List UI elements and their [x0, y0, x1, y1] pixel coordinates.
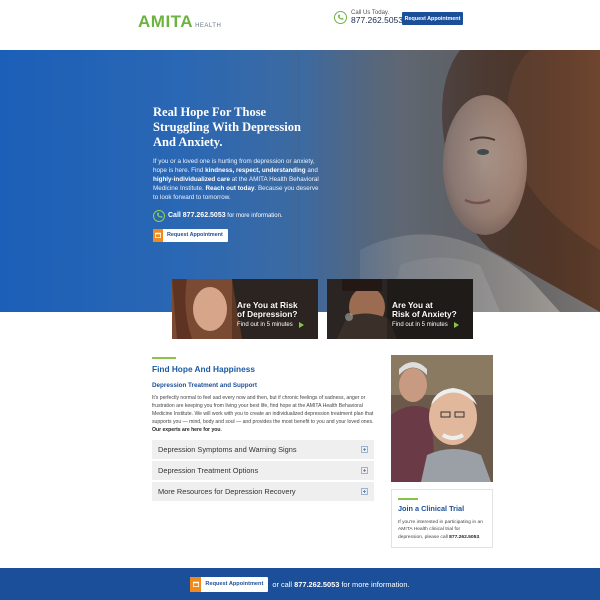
main-content: Find Hope And Happiness Depression Treat…	[152, 357, 374, 502]
play-arrow-icon	[453, 322, 459, 329]
site-header: AMITA HEALTH Call Us Today. 877.262.5053…	[0, 0, 600, 50]
header-request-appointment-button[interactable]: Request Appointment	[402, 12, 463, 25]
logo-wordmark: AMITA	[138, 12, 194, 31]
calendar-icon	[190, 576, 202, 592]
hero-title: Real Hope For Those Struggling With Depr…	[153, 105, 301, 149]
calendar-icon	[153, 228, 163, 242]
clinical-trial-title[interactable]: Join a Clinical Trial	[398, 504, 486, 513]
section-divider	[152, 357, 176, 359]
phone-icon	[334, 11, 347, 25]
anxiety-quiz-card[interactable]: Are You at Risk of Anxiety? Find out in 5…	[327, 279, 473, 339]
footer-call-text: or call 877.262.5053 for more informatio…	[272, 579, 410, 589]
accordion-label: Depression Treatment Options	[158, 466, 259, 476]
depression-card-cta: Find out in 5 minutes	[237, 322, 304, 329]
footer-request-appointment-button[interactable]: Request Appointment	[190, 576, 269, 592]
footer-cta-bar: Request Appointment or call 877.262.5053…	[0, 568, 600, 600]
call-number-link[interactable]: 877.262.5053	[351, 16, 403, 25]
expand-icon	[361, 446, 368, 454]
resources-accordion: Depression Symptoms and Warning Signs De…	[152, 440, 374, 502]
expand-icon	[361, 467, 368, 475]
hero-call-number[interactable]: Call 877.262.5053	[168, 212, 226, 219]
section-title: Find Hope And Happiness	[152, 364, 255, 374]
accordion-item-resources[interactable]: More Resources for Depression Recovery	[152, 482, 374, 502]
anxiety-card-cta: Find out in 5 minutes	[392, 322, 459, 329]
amita-health-logo[interactable]: AMITA HEALTH	[138, 12, 221, 32]
hero-request-appointment-button[interactable]: Request Appointment	[153, 228, 228, 242]
request-appointment-label: Request Appointment	[205, 581, 264, 587]
hero-banner: Real Hope For Those Struggling With Depr…	[0, 50, 600, 312]
footer-call-number[interactable]: 877.262.5053	[294, 580, 339, 589]
accordion-label: More Resources for Depression Recovery	[158, 487, 296, 497]
hero-content: Real Hope For Those Struggling With Depr…	[153, 105, 323, 243]
depression-card-title: Are You at Risk of Depression?	[237, 300, 298, 319]
clinical-trial-box: Join a Clinical Trial If you're interest…	[391, 489, 493, 548]
depression-quiz-card[interactable]: Are You at Risk of Depression? Find out i…	[172, 279, 318, 339]
sidebar-divider	[398, 498, 418, 500]
section-body: It's perfectly normal to feel sad every …	[152, 395, 374, 433]
request-appointment-label: Request Appointment	[167, 232, 223, 239]
anxiety-card-title: Are You at Risk of Anxiety?	[392, 300, 457, 319]
hero-call[interactable]: Call 877.262.5053 for more information.	[153, 209, 323, 222]
expand-icon	[361, 488, 368, 496]
accordion-label: Depression Symptoms and Warning Signs	[158, 445, 297, 455]
accordion-item-symptoms[interactable]: Depression Symptoms and Warning Signs	[152, 440, 374, 460]
hero-woman-photo	[300, 50, 600, 312]
accordion-item-treatment[interactable]: Depression Treatment Options	[152, 461, 374, 481]
logo-subtext: HEALTH	[195, 23, 222, 29]
header-call[interactable]: Call Us Today. 877.262.5053	[334, 10, 403, 25]
phone-icon	[153, 209, 165, 222]
section-subtitle: Depression Treatment and Support	[152, 382, 257, 389]
hero-description: If you or a loved one is hurting from de…	[153, 158, 319, 201]
play-arrow-icon	[298, 322, 304, 329]
elderly-couple-photo	[391, 355, 493, 482]
clinical-trial-text: If you're interested in participating in…	[398, 520, 483, 540]
